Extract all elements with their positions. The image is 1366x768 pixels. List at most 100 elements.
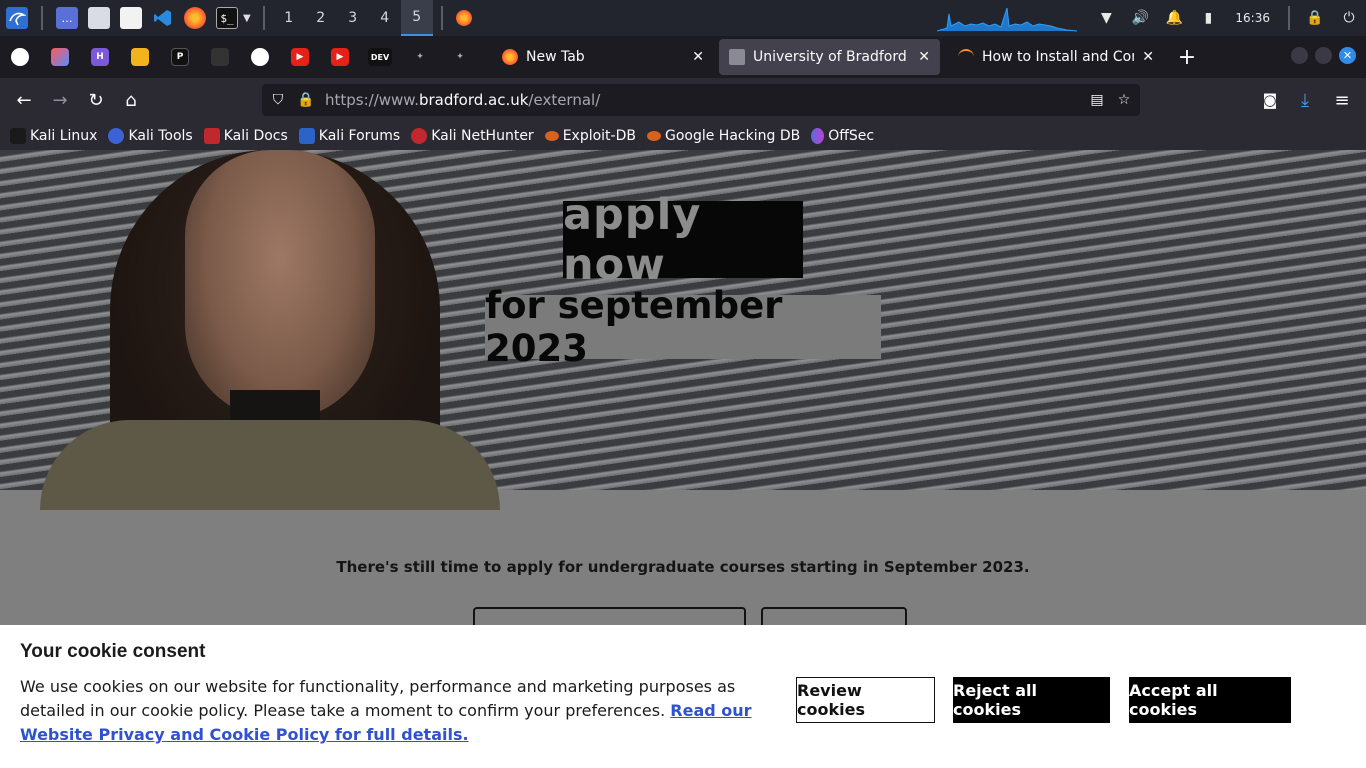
heroku-icon: H xyxy=(91,48,109,66)
kali-forums-icon xyxy=(298,127,315,144)
home-button[interactable]: ⌂ xyxy=(120,89,142,111)
maximize-button[interactable] xyxy=(1315,47,1332,64)
minimize-button[interactable] xyxy=(1291,47,1308,64)
show-desktop-icon[interactable]: … xyxy=(56,7,78,29)
lock-icon[interactable]: 🔒 xyxy=(295,89,317,111)
new-tab-button[interactable]: + xyxy=(1175,45,1199,70)
url-bar[interactable]: ⛉ 🔒 https://www.bradford.ac.uk/external/… xyxy=(262,84,1140,116)
page-icon xyxy=(729,49,745,65)
pinned-tab-kali-2[interactable]: ✦ xyxy=(440,36,480,78)
menu-icon[interactable]: ≡ xyxy=(1331,89,1353,111)
hero-headline-box: apply now xyxy=(563,190,803,290)
bookmark-kali-linux[interactable]: Kali Linux xyxy=(10,127,98,144)
volume-icon[interactable]: 🔊 xyxy=(1129,7,1151,29)
battery-icon[interactable]: ▮ xyxy=(1197,7,1219,29)
reload-button[interactable]: ↻ xyxy=(85,89,107,111)
pinned-tab-kali[interactable]: ✦ xyxy=(400,36,440,78)
kali-icon xyxy=(10,127,26,144)
pinned-tab-heroku[interactable]: H xyxy=(80,36,120,78)
shield-icon[interactable]: ⛉ xyxy=(267,89,289,111)
lock-icon[interactable]: 🔒 xyxy=(1304,7,1326,29)
intro-text: There's still time to apply for undergra… xyxy=(336,558,1030,576)
tab-new-tab[interactable]: New Tab ✕ xyxy=(492,39,714,75)
pencil-icon xyxy=(131,48,149,66)
workspace-3[interactable]: 3 xyxy=(337,0,369,36)
ghdb-icon xyxy=(646,130,661,141)
exploit-db-icon xyxy=(544,130,559,141)
downloads-icon[interactable]: ⤓ xyxy=(1294,89,1316,111)
bookmark-google-hacking-db[interactable]: Google Hacking DB xyxy=(646,128,800,144)
workspace-4[interactable]: 4 xyxy=(369,0,401,36)
bookmark-kali-docs[interactable]: Kali Docs xyxy=(203,127,288,144)
close-icon[interactable]: ✕ xyxy=(1142,49,1154,65)
url-prefix: https://www. xyxy=(325,91,419,109)
pinned-tab-patreon[interactable]: P xyxy=(160,36,200,78)
pinned-tab-github[interactable] xyxy=(0,36,40,78)
bookmark-kali-tools[interactable]: Kali Tools xyxy=(108,127,193,144)
clock[interactable]: 16:36 xyxy=(1235,11,1270,25)
network-icon[interactable]: ▼ xyxy=(1095,7,1117,29)
page-viewport: apply now for september 2023 There's sti… xyxy=(0,150,1366,768)
terminal-icon[interactable]: $_ xyxy=(216,7,238,29)
hero-photo-face xyxy=(185,150,375,420)
dark-app-icon xyxy=(211,48,229,66)
cookie-body: We use cookies on our website for functi… xyxy=(20,675,755,747)
reader-view-icon[interactable]: ▤ xyxy=(1086,89,1108,111)
vscode-icon[interactable] xyxy=(152,7,174,29)
forward-button[interactable]: → xyxy=(49,89,71,111)
text-editor-icon[interactable] xyxy=(120,7,142,29)
kali-icon: ✦ xyxy=(416,52,424,62)
workspace-5[interactable]: 5 xyxy=(400,0,433,36)
back-button[interactable]: ← xyxy=(13,89,35,111)
kali-tools-icon xyxy=(108,127,125,144)
bookmark-star-icon[interactable]: ☆ xyxy=(1113,89,1135,111)
close-icon[interactable]: ✕ xyxy=(918,49,930,65)
patreon-icon: P xyxy=(171,48,189,66)
close-icon[interactable]: ✕ xyxy=(692,49,704,65)
kali-docs-icon xyxy=(203,127,220,144)
notification-icon[interactable]: 🔔 xyxy=(1163,7,1185,29)
pinned-tab-youtube-2[interactable]: ▶ xyxy=(320,36,360,78)
panel-separator xyxy=(41,6,43,30)
dev-icon: DEV xyxy=(368,48,392,66)
pinned-tab-app[interactable] xyxy=(40,36,80,78)
bookmark-offsec[interactable]: OffSec xyxy=(811,127,874,144)
tab-strip: H P ▶ ▶ DEV ✦ ✦ New Tab ✕ University of … xyxy=(0,36,1366,78)
firefox-window-icon[interactable] xyxy=(455,10,472,26)
offsec-icon xyxy=(811,127,825,144)
hero-subheadline: for september 2023 xyxy=(485,284,783,370)
panel-separator xyxy=(1288,6,1290,30)
reject-all-cookies-button[interactable]: Reject all cookies xyxy=(953,677,1110,723)
url-path: /external/ xyxy=(528,91,601,109)
review-cookies-button[interactable]: Review cookies xyxy=(796,677,935,723)
cookie-body-text: We use cookies on our website for functi… xyxy=(20,677,736,720)
power-icon[interactable]: ⏻ xyxy=(1338,7,1360,29)
file-manager-icon[interactable] xyxy=(88,7,110,29)
pinned-tab-dev[interactable]: DEV xyxy=(360,36,400,78)
close-window-button[interactable]: ✕ xyxy=(1339,47,1356,64)
hero-headline: apply now xyxy=(563,189,702,290)
tab-how-to-install[interactable]: How to Install and Configu ✕ xyxy=(948,39,1164,75)
pinned-tab-dark[interactable] xyxy=(200,36,240,78)
pinned-tab-youtube[interactable]: ▶ xyxy=(280,36,320,78)
tab-university-of-bradford[interactable]: University of Bradford ✕ xyxy=(719,39,940,75)
window-controls: ✕ xyxy=(1284,47,1356,64)
youtube-icon: ▶ xyxy=(331,48,349,66)
accept-all-cookies-button[interactable]: Accept all cookies xyxy=(1129,677,1291,723)
bookmark-kali-forums[interactable]: Kali Forums xyxy=(298,127,400,144)
url-text[interactable]: https://www.bradford.ac.uk/external/ xyxy=(325,91,600,109)
bookmark-kali-nethunter[interactable]: Kali NetHunter xyxy=(411,127,534,144)
pinned-tab-github-2[interactable] xyxy=(240,36,280,78)
chevron-down-icon[interactable]: ▼ xyxy=(243,13,251,24)
bookmark-label: Kali Linux xyxy=(30,127,98,144)
kali-menu-icon[interactable] xyxy=(6,7,28,29)
kali-nethunter-icon xyxy=(411,127,428,144)
workspace-2[interactable]: 2 xyxy=(305,0,337,36)
pinned-tab-edit[interactable] xyxy=(120,36,160,78)
workspace-1[interactable]: 1 xyxy=(273,0,305,36)
firefox-icon[interactable] xyxy=(184,7,206,29)
cookie-title: Your cookie consent xyxy=(20,641,206,662)
panel-separator xyxy=(262,6,265,30)
bookmark-exploit-db[interactable]: Exploit-DB xyxy=(544,128,636,144)
pocket-icon[interactable]: ◙ xyxy=(1259,89,1281,111)
